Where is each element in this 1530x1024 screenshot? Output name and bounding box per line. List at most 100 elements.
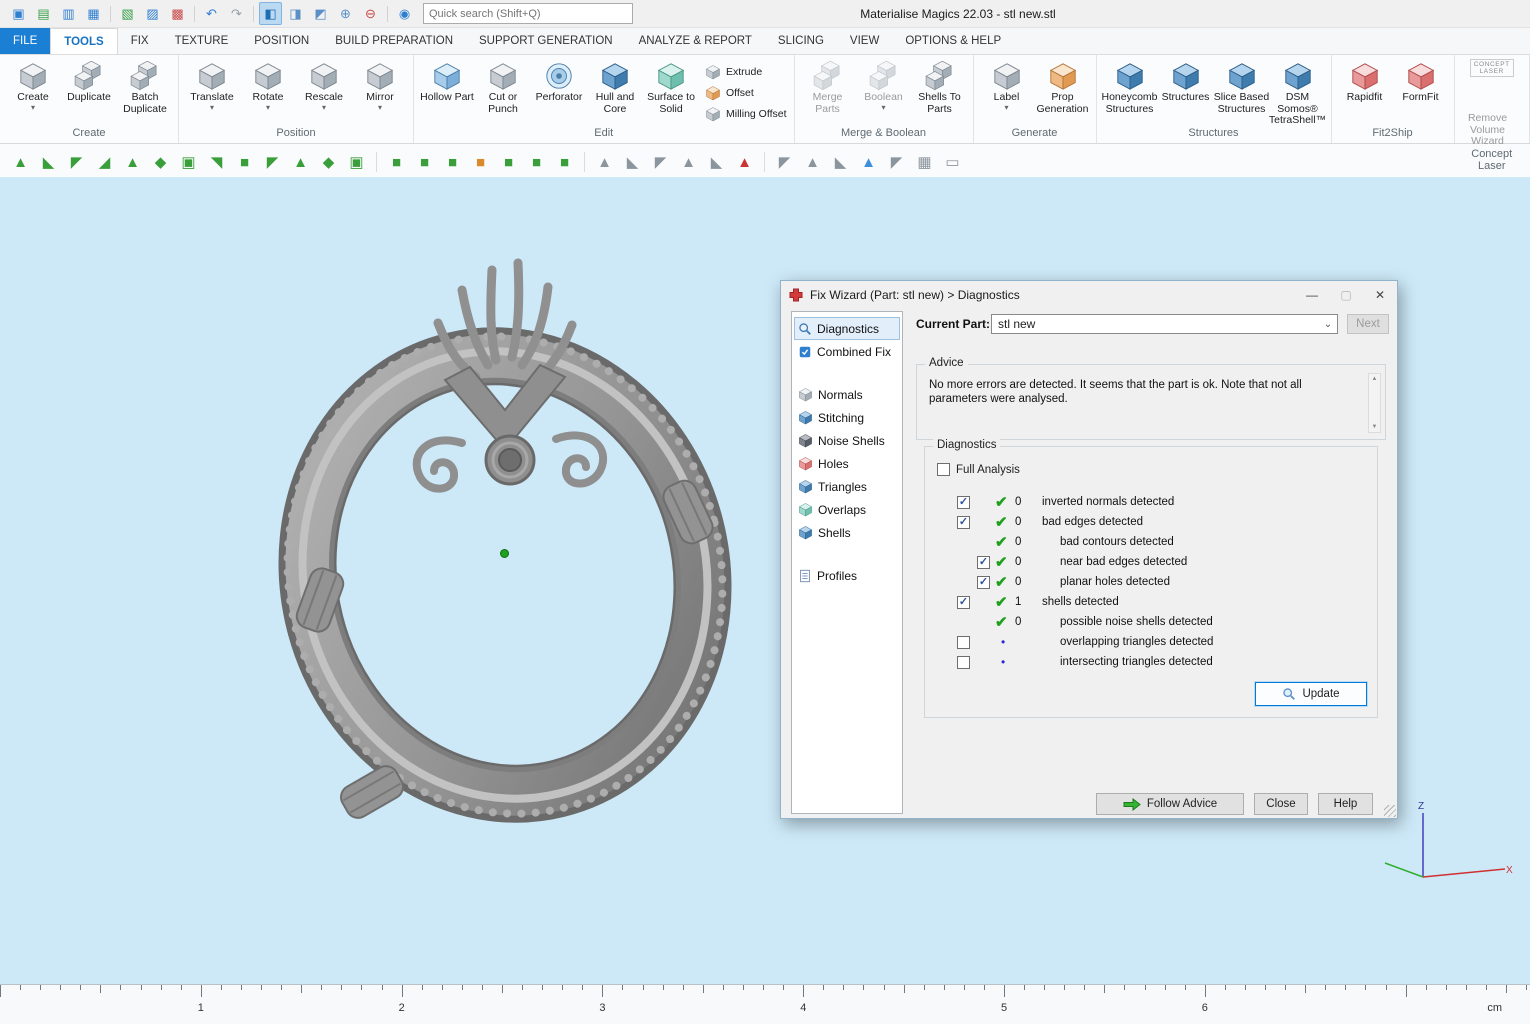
- prop-generation-button[interactable]: Prop Generation: [1035, 57, 1091, 115]
- batch-duplicate-button[interactable]: Batch Duplicate: [117, 57, 173, 115]
- move-marked-icon[interactable]: ■: [440, 150, 465, 175]
- row-checkbox[interactable]: ✓: [957, 596, 970, 609]
- rotate-edge-icon[interactable]: ◤: [772, 150, 797, 175]
- tab-support-generation[interactable]: SUPPORT GENERATION: [466, 28, 626, 54]
- mark-sphere-icon[interactable]: ◆: [148, 150, 173, 175]
- boolean-button[interactable]: Boolean▾: [856, 57, 912, 111]
- mark-brush-icon[interactable]: ▲: [120, 150, 145, 175]
- search-settings-icon[interactable]: ◉: [393, 2, 416, 25]
- hollow-part-button[interactable]: Hollow Part: [419, 57, 475, 104]
- update-button[interactable]: Update: [1255, 682, 1367, 706]
- mirror-button[interactable]: Mirror▾: [352, 57, 408, 111]
- delete-triangles-icon[interactable]: ▲: [732, 150, 757, 175]
- honeycomb-structures-button[interactable]: Honeycomb Structures: [1102, 57, 1158, 115]
- help-button[interactable]: Help: [1318, 793, 1373, 815]
- snap-triangles-icon[interactable]: ◤: [884, 150, 909, 175]
- tab-file[interactable]: FILE: [0, 28, 50, 54]
- fix-page-holes[interactable]: Holes: [794, 452, 900, 475]
- tab-view[interactable]: VIEW: [837, 28, 892, 54]
- row-checkbox[interactable]: ✓: [957, 516, 970, 529]
- label-button[interactable]: Label▾: [979, 57, 1035, 111]
- tab-fix[interactable]: FIX: [118, 28, 162, 54]
- quick-search-input[interactable]: [423, 3, 633, 24]
- copy-marked-icon[interactable]: ■: [412, 150, 437, 175]
- next-button[interactable]: Next: [1347, 314, 1389, 334]
- zoom-out-icon[interactable]: ⊖: [359, 2, 382, 25]
- maximize-icon[interactable]: ▢: [1329, 282, 1363, 309]
- invert-marking-icon[interactable]: ◆: [316, 150, 341, 175]
- export-part-icon[interactable]: ▧: [116, 2, 139, 25]
- create-button[interactable]: Create▾: [5, 57, 61, 111]
- fix-page-stitching[interactable]: Stitching: [794, 406, 900, 429]
- follow-advice-button[interactable]: Follow Advice: [1096, 793, 1244, 815]
- zoom-in-icon[interactable]: ⊕: [334, 2, 357, 25]
- current-part-dropdown[interactable]: stl new ⌄: [991, 314, 1338, 334]
- perforator-button[interactable]: Perforator: [531, 57, 587, 104]
- expand-marking-icon[interactable]: ▣: [344, 150, 369, 175]
- subdivide-icon[interactable]: ◣: [828, 150, 853, 175]
- row-checkbox[interactable]: [957, 636, 970, 649]
- fix-page-normals[interactable]: Normals: [794, 383, 900, 406]
- extrude-button[interactable]: Extrude: [705, 63, 787, 81]
- rescale-button[interactable]: Rescale▾: [296, 57, 352, 111]
- row-checkbox[interactable]: ✓: [957, 496, 970, 509]
- dsm-somos-tetrashell-button[interactable]: DSM Somos® TetraShell™: [1270, 57, 1326, 127]
- split-triangle-icon[interactable]: ▲: [676, 150, 701, 175]
- dialog-titlebar[interactable]: Fix Wizard (Part: stl new) > Diagnostics…: [781, 281, 1397, 309]
- tab-analyze-report[interactable]: ANALYZE & REPORT: [626, 28, 765, 54]
- close-button[interactable]: Close: [1254, 793, 1308, 815]
- tab-build-preparation[interactable]: BUILD PREPARATION: [322, 28, 466, 54]
- save-project-icon[interactable]: ▥: [57, 2, 80, 25]
- tab-texture[interactable]: TEXTURE: [162, 28, 242, 54]
- translate-button[interactable]: Translate▾: [184, 57, 240, 111]
- mark-connected-icon[interactable]: ◢: [92, 150, 117, 175]
- tab-position[interactable]: POSITION: [241, 28, 322, 54]
- mark-surface-icon[interactable]: ◤: [64, 150, 89, 175]
- unmark-all-icon[interactable]: ▲: [288, 150, 313, 175]
- minimize-icon[interactable]: —: [1295, 282, 1329, 309]
- undo-icon[interactable]: ↶: [200, 2, 223, 25]
- swap-edge-icon[interactable]: ◣: [704, 150, 729, 175]
- row-checkbox[interactable]: [957, 656, 970, 669]
- view-top-icon[interactable]: ◩: [309, 2, 332, 25]
- align-triangles-icon[interactable]: ▲: [856, 150, 881, 175]
- fix-page-overlaps[interactable]: Overlaps: [794, 498, 900, 521]
- scroll-down-icon[interactable]: ▼: [1372, 424, 1378, 430]
- merge-triangles-icon[interactable]: ▲: [800, 150, 825, 175]
- create-triangle-icon[interactable]: ▲: [592, 150, 617, 175]
- scroll-up-icon[interactable]: ▲: [1372, 376, 1378, 382]
- rapidfit-button[interactable]: Rapidfit: [1337, 57, 1393, 104]
- row-checkbox[interactable]: ✓: [977, 556, 990, 569]
- unmark-triangles-icon[interactable]: ◤: [260, 150, 285, 175]
- mark-free-icon[interactable]: ◥: [204, 150, 229, 175]
- merge-parts-button[interactable]: Merge Parts: [800, 57, 856, 115]
- extrude-marked-icon[interactable]: ■: [496, 150, 521, 175]
- row-checkbox[interactable]: ✓: [977, 576, 990, 589]
- report-icon[interactable]: ▨: [141, 2, 164, 25]
- fix-page-combined-fix[interactable]: Combined Fix: [794, 340, 900, 363]
- fix-page-noise-shells[interactable]: Noise Shells: [794, 429, 900, 452]
- mark-plane-icon[interactable]: ◣: [36, 150, 61, 175]
- duplicate-button[interactable]: Duplicate: [61, 57, 117, 104]
- fix-page-shells[interactable]: Shells: [794, 521, 900, 544]
- flip-triangle-icon[interactable]: ◤: [648, 150, 673, 175]
- surface-to-solid-button[interactable]: Surface to Solid: [643, 57, 699, 115]
- resize-grip[interactable]: [1384, 805, 1396, 817]
- mark-triangles-icon[interactable]: ▲: [8, 150, 33, 175]
- close-part-icon[interactable]: ▩: [166, 2, 189, 25]
- advice-scrollbar[interactable]: ▲ ▼: [1368, 373, 1381, 433]
- new-part-from-marked-icon[interactable]: ■: [384, 150, 409, 175]
- formfit-button[interactable]: FormFit: [1393, 57, 1449, 104]
- milling-offset-button[interactable]: Milling Offset: [705, 105, 787, 123]
- fix-page-diagnostics[interactable]: Diagnostics: [794, 317, 900, 340]
- mark-window-icon[interactable]: ▣: [176, 150, 201, 175]
- cut-or-punch-button[interactable]: Cut or Punch: [475, 57, 531, 115]
- view-home-icon[interactable]: ◧: [259, 2, 282, 25]
- delete-triangle-icon[interactable]: ◣: [620, 150, 645, 175]
- import-part-icon[interactable]: ▣: [7, 2, 30, 25]
- load-project-icon[interactable]: ▤: [32, 2, 55, 25]
- fix-page-profiles[interactable]: Profiles: [794, 564, 900, 587]
- structures-button[interactable]: Structures: [1158, 57, 1214, 104]
- smooth-marked-icon[interactable]: ■: [524, 150, 549, 175]
- remove-volume-wizard-button[interactable]: Remove Volume Wizard: [1460, 78, 1516, 148]
